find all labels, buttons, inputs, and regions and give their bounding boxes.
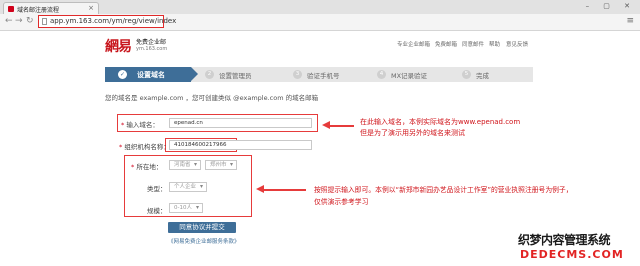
submit-button[interactable]: 同意协议并提交 [168,222,236,233]
arrow-left-icon [322,121,330,129]
annotation-details-1: 按照提示输入即可。本例以“新郑市新园办艺品设计工作室”的营业执照注册号为例子， [314,186,573,194]
page-icon [42,18,47,25]
type-label: 类型： [147,185,167,193]
nav-link-enterprise[interactable]: 专业企业邮箱 [397,40,430,48]
nav-link-free[interactable]: 免费邮箱 [435,40,457,48]
province-select[interactable]: 河南省 [169,160,201,170]
logo-url: ym.163.com [136,46,168,52]
org-label: * 组织机构名称： [119,143,170,151]
address-bar: ← → ↻ app.ym.163.com/ym/reg/view/index ≡ [0,14,640,31]
annotation-arrow-1 [328,125,354,127]
back-icon[interactable]: ← [5,16,13,26]
menu-icon[interactable]: ≡ [626,16,634,26]
annotation-domain-1: 在此输入域名，本例实际域名为www.epenad.com [360,118,521,126]
browser-tab[interactable]: 域名邮注册流程 × [3,2,99,14]
url-text: app.ym.163.com/ym/reg/view/index [50,17,177,25]
domain-label: * 输入域名： [121,121,159,129]
logo-subtitle: 免费企业邮 [136,39,167,46]
reload-icon[interactable]: ↻ [26,16,34,26]
city-select[interactable]: 郑州市 [205,160,237,170]
size-select[interactable]: 0-10人 [169,203,203,213]
domain-intro: 您的域名是 example.com ，您可创建类似 @example.com 的… [105,94,319,102]
annotation-domain-2: 但是为了演示用另外的域名来测试 [360,129,465,137]
annotation-details-2: 仅供演示参考学习 [314,198,369,206]
size-label: 规模： [147,207,167,215]
nav-link-help[interactable]: 帮助 [489,40,500,48]
org-input[interactable]: 410184600217966 [169,140,312,150]
forward-icon[interactable]: → [15,16,23,26]
location-label: * 所在地： [131,163,163,171]
domain-input[interactable]: epenad.cn [169,118,312,128]
browser-tabbar: 域名邮注册流程 × – ▢ ✕ [0,0,640,14]
netease-logo[interactable]: 網易 [105,36,132,56]
terms-link[interactable]: 《网易免费企业邮服务条款》 [168,237,240,245]
url-input[interactable]: app.ym.163.com/ym/reg/view/index [38,15,176,28]
arrow-left-icon [256,185,264,193]
annotation-arrow-2 [262,189,306,191]
watermark-logo-text: 织梦内容管理系统 [518,233,611,247]
step-1-active: ✓ 设置域名 [105,67,198,82]
window-controls[interactable]: – ▢ ✕ [586,2,636,10]
favicon-icon [8,6,14,12]
watermark-logo-url: DEDECMS.COM [520,248,624,261]
check-icon: ✓ [118,70,127,79]
tab-close-icon[interactable]: × [88,4,94,12]
type-select[interactable]: 个人企业 [169,182,207,192]
nav-link-mail[interactable]: 同意邮件 [462,40,484,48]
nav-link-feedback[interactable]: 意见反馈 [506,40,528,48]
tab-title: 域名邮注册流程 [17,7,60,14]
